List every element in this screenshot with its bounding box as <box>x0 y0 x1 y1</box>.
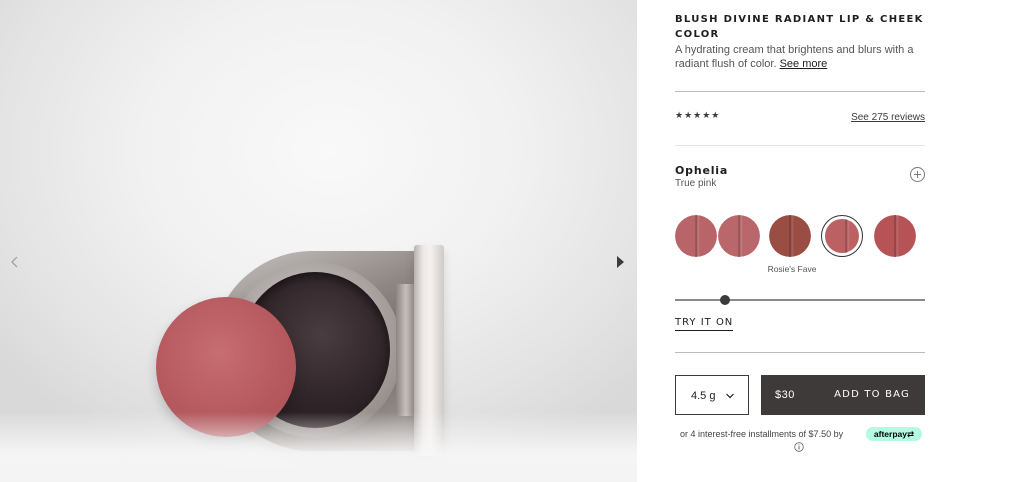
shade-name: Ophelia <box>675 164 729 177</box>
divider <box>675 352 925 353</box>
swatch-fill <box>874 215 916 257</box>
star-rating: ★★★★★ <box>675 110 721 120</box>
product-image-gallery <box>0 0 637 482</box>
price: $30 <box>775 389 795 401</box>
chevron-right-icon <box>617 256 624 268</box>
gallery-prev-button[interactable] <box>7 254 23 270</box>
shade-swatch[interactable] <box>718 215 760 257</box>
shade-swatch[interactable] <box>874 215 916 257</box>
shade-swatch[interactable] <box>675 215 717 257</box>
product-details-panel: BLUSH DIVINE RADIANT LIP & CHEEK COLOR A… <box>637 0 1024 482</box>
plus-circle-icon[interactable] <box>910 167 925 182</box>
product-description: A hydrating cream that brightens and blu… <box>675 43 945 71</box>
afterpay-badge[interactable]: afterpay⇄ <box>866 427 922 441</box>
afterpay-logo-text: afterpay <box>873 429 907 439</box>
divider <box>675 145 925 146</box>
reviews-link[interactable]: See 275 reviews <box>851 112 925 123</box>
see-more-link[interactable]: See more <box>780 58 828 70</box>
info-icon[interactable] <box>794 442 804 452</box>
add-to-bag-label: ADD TO BAG <box>834 389 910 400</box>
shade-swatch-selected[interactable] <box>821 215 863 257</box>
afterpay-arrows-icon: ⇄ <box>906 429 915 439</box>
chevron-left-icon <box>11 256 18 268</box>
size-select[interactable]: 4.5 g <box>675 375 749 415</box>
product-title: BLUSH DIVINE RADIANT LIP & CHEEK COLOR <box>675 14 924 40</box>
afterpay-text: or 4 interest-free installments of $7.50… <box>680 429 844 439</box>
size-value: 4.5 g <box>691 390 716 402</box>
swatch-fill <box>718 215 760 257</box>
swatch-scroll-thumb[interactable] <box>720 295 730 305</box>
swatch-caption: Rosie's Fave <box>767 264 817 274</box>
swatch-scroll-track[interactable] <box>675 299 925 301</box>
shade-description: True pink <box>675 178 717 189</box>
compact-hinge <box>396 284 416 416</box>
swatch-fill <box>769 215 811 257</box>
try-it-on-link[interactable]: TRY IT ON <box>675 317 734 331</box>
swatch-fill <box>825 219 859 253</box>
image-floor <box>0 412 637 482</box>
swatch-fill <box>675 215 717 257</box>
divider <box>675 91 925 92</box>
chevron-down-icon <box>726 393 734 399</box>
gallery-next-button[interactable] <box>612 254 628 270</box>
shade-swatch[interactable] <box>769 215 811 257</box>
add-to-bag-button[interactable]: $30 ADD TO BAG <box>761 375 925 415</box>
